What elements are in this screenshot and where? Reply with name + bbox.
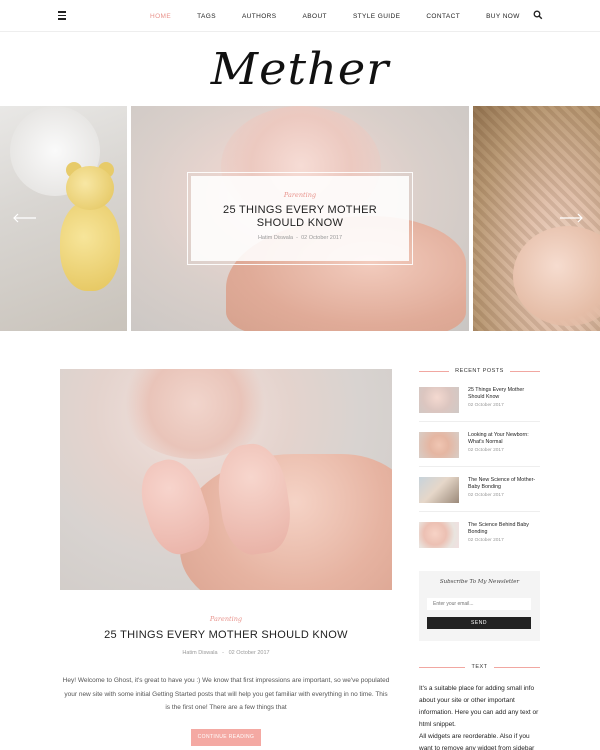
recent-post-thumbnail[interactable] [419,477,459,503]
nav-item-contact[interactable]: CONTACT [426,13,460,20]
text-widget-body: It's a suitable place for adding small i… [419,683,543,750]
slide-author[interactable]: Hatim Diswala [258,235,293,241]
top-nav: HOME TAGS AUTHORS ABOUT STYLE GUIDE CONT… [0,0,600,32]
recent-post-date: 02 October 2017 [468,403,504,408]
slide-category[interactable]: Parenting [191,191,409,199]
recent-posts-heading: RECENT POSTS [419,366,540,376]
post-category[interactable]: Parenting [60,615,392,623]
nav-item-home[interactable]: HOME [150,13,171,20]
recent-post-item[interactable]: The Science Behind Baby Bonding 02 Octob… [419,522,540,552]
meta-separator: - [296,235,298,241]
post-featured-image[interactable] [60,369,392,590]
nav-menu: HOME TAGS AUTHORS ABOUT STYLE GUIDE CONT… [150,0,546,32]
hamburger-icon[interactable] [58,11,66,20]
site-logo[interactable]: Mether [0,38,600,100]
nav-item-buy-now[interactable]: BUY NOW [486,13,520,20]
divider [419,421,540,422]
post-meta: Hatim Diswala - 02 October 2017 [60,650,392,656]
text-widget-title: TEXT [471,664,488,670]
teddy-bear-body [60,201,120,291]
recent-post-title[interactable]: The New Science of Mother-Baby Bonding [468,477,540,491]
slide-caption-card: Parenting 25 THINGS EVERY MOTHER SHOULD … [187,172,413,265]
text-widget-paragraph: It's a suitable place for adding small i… [419,685,539,728]
recent-posts-title: RECENT POSTS [455,368,504,374]
continue-reading-button[interactable]: CONTINUE READING [191,729,261,746]
recent-post-date: 02 October 2017 [468,538,504,543]
arrow-left-icon[interactable] [13,213,37,223]
slide-meta: Hatim Diswala - 02 October 2017 [191,235,409,241]
recent-post-thumbnail[interactable] [419,432,459,458]
teddy-bear-head [66,166,114,210]
text-widget-paragraph: All widgets are reorderable. Also if you… [419,733,535,750]
post-author[interactable]: Hatim Diswala [182,650,217,656]
search-icon[interactable] [533,10,543,20]
recent-post-item[interactable]: Looking at Your Newborn: What's Normal 0… [419,432,540,462]
post-excerpt: Hey! Welcome to Ghost, it's great to hav… [62,677,390,711]
recent-post-thumbnail[interactable] [419,522,459,548]
divider [419,511,540,512]
post-date: 02 October 2017 [228,650,270,656]
nav-item-tags[interactable]: TAGS [197,13,216,20]
nav-item-about[interactable]: ABOUT [303,13,327,20]
nav-item-style-guide[interactable]: STYLE GUIDE [353,13,400,20]
newsletter-send-button[interactable]: SEND [427,617,531,629]
recent-post-thumbnail[interactable] [419,387,459,413]
newsletter-title: Subscribe To My Newsletter [439,579,520,585]
recent-post-title[interactable]: Looking at Your Newborn: What's Normal [468,432,540,446]
newsletter-widget: Subscribe To My Newsletter SEND [419,571,540,641]
slide-date: 02 October 2017 [301,235,343,241]
newsletter-email-input[interactable] [427,598,531,610]
recent-post-date: 02 October 2017 [468,493,504,498]
divider [419,466,540,467]
recent-post-item[interactable]: 25 Things Every Mother Should Know 02 Oc… [419,387,540,417]
recent-post-title[interactable]: 25 Things Every Mother Should Know [468,387,540,401]
arrow-right-icon[interactable] [559,213,583,223]
logo-text: Mether [210,43,390,95]
recent-post-item[interactable]: The New Science of Mother-Baby Bonding 0… [419,477,540,507]
slide-title[interactable]: 25 THINGS EVERY MOTHER SHOULD KNOW [191,204,409,230]
recent-post-date: 02 October 2017 [468,448,504,453]
text-widget-heading: TEXT [419,662,540,672]
meta-separator: - [222,650,224,656]
recent-post-title[interactable]: The Science Behind Baby Bonding [468,522,540,536]
post-title[interactable]: 25 THINGS EVERY MOTHER SHOULD KNOW [60,629,392,641]
nav-item-authors[interactable]: AUTHORS [242,13,277,20]
